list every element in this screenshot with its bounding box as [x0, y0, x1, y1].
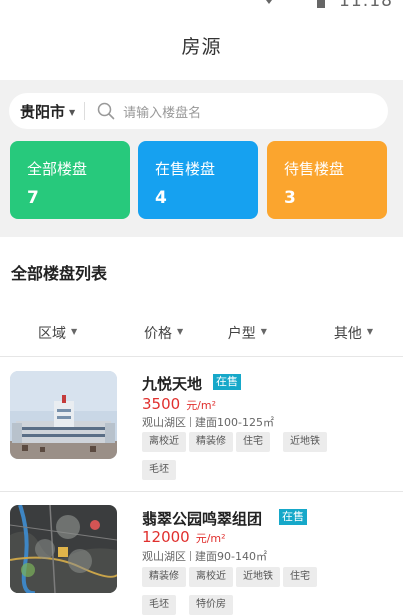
listing-meta: 观山湖区 建面90-140㎡	[142, 548, 267, 564]
feature-tag: 近地铁	[283, 432, 327, 452]
listing-name: 九悦天地	[142, 375, 203, 393]
feature-tag: 近地铁	[236, 567, 280, 587]
feature-tag: 住宅	[236, 432, 270, 452]
feature-tag: 住宅	[283, 567, 317, 587]
listing-photo	[10, 505, 117, 593]
card-label: 在售楼盘	[155, 160, 216, 178]
filter-layout[interactable]: 户型 ▼	[206, 313, 290, 353]
card-pending-sale[interactable]: 待售楼盘 3	[267, 141, 387, 219]
page-header: 房源	[0, 10, 403, 80]
card-count: 3	[284, 188, 296, 208]
filter-label: 其他	[333, 326, 362, 342]
filter-label: 户型	[227, 326, 256, 342]
filter-label: 价格	[144, 326, 173, 342]
location-map-image	[10, 505, 117, 593]
filter-bar: 区域 ▼ 价格 ▼ 户型 ▼ 其他 ▼	[0, 313, 403, 353]
card-on-sale[interactable]: 在售楼盘 4	[138, 141, 258, 219]
filter-other[interactable]: 其他 ▼	[289, 313, 403, 353]
feature-tag: 毛坯	[142, 595, 176, 615]
floor-area: 建面90-140㎡	[195, 550, 267, 563]
listing-item[interactable]: 九悦天地 在售 3500 元/m² 观山湖区 建面100-125㎡ 离校近 精装修 …	[0, 357, 403, 491]
price-unit: 元/m²	[186, 399, 217, 412]
meta-divider	[190, 551, 191, 561]
search-input[interactable]: 请输入楼盘名	[123, 102, 201, 121]
filter-label: 区域	[38, 326, 66, 342]
district: 观山湖区	[142, 550, 186, 563]
listing-price: 12000 元/m²	[142, 528, 226, 546]
feature-tag: 特价房	[189, 595, 233, 615]
search-divider	[84, 102, 86, 120]
price-unit: 元/m²	[195, 532, 226, 545]
building-photo-image	[10, 371, 117, 459]
card-label: 待售楼盘	[284, 160, 345, 178]
price-value: 12000	[142, 528, 190, 546]
search-icon	[97, 102, 115, 120]
signal-icon	[289, 0, 303, 6]
battery-icon	[317, 0, 325, 8]
card-label: 全部楼盘	[27, 160, 88, 178]
listing-photo	[10, 371, 117, 459]
status-bar: 11:18	[0, 0, 403, 11]
caret-down-icon: ▼	[366, 326, 373, 336]
district: 观山湖区	[142, 416, 186, 429]
wifi-icon	[266, 0, 272, 4]
floor-area: 建面100-125㎡	[195, 416, 274, 429]
price-value: 3500	[142, 395, 181, 413]
listing-item[interactable]: 翡翠公园鸣翠组团 在售 12000 元/m² 观山湖区 建面90-140㎡ 精装修 …	[0, 492, 403, 615]
caret-down-icon: ▼	[260, 326, 267, 336]
search-bar: 贵阳市 ▼ 请输入楼盘名	[9, 93, 388, 129]
feature-tag: 精装修	[189, 432, 233, 452]
listing-price: 3500 元/m²	[142, 395, 216, 413]
city-selector[interactable]: 贵阳市	[20, 101, 65, 122]
listing-meta: 观山湖区 建面100-125㎡	[142, 414, 274, 430]
card-all-properties[interactable]: 全部楼盘 7	[10, 141, 130, 219]
meta-divider	[190, 417, 191, 427]
section-title: 全部楼盘列表	[11, 264, 108, 283]
status-badge: 在售	[213, 374, 241, 390]
feature-tag: 毛坯	[142, 460, 176, 480]
page-title: 房源	[181, 35, 222, 58]
caret-down-icon[interactable]: ▼	[69, 108, 75, 117]
listing-name: 翡翠公园鸣翠组团	[142, 510, 263, 528]
card-count: 7	[27, 188, 39, 208]
caret-down-icon: ▼	[71, 326, 78, 336]
feature-tag: 精装修	[142, 567, 186, 587]
filter-region[interactable]: 区域 ▼	[0, 313, 122, 353]
status-badge: 在售	[279, 509, 307, 525]
feature-tag: 离校近	[142, 432, 186, 452]
caret-down-icon: ▼	[177, 326, 184, 336]
filter-price[interactable]: 价格 ▼	[122, 313, 206, 353]
card-count: 4	[155, 188, 167, 208]
feature-tag: 离校近	[189, 567, 233, 587]
